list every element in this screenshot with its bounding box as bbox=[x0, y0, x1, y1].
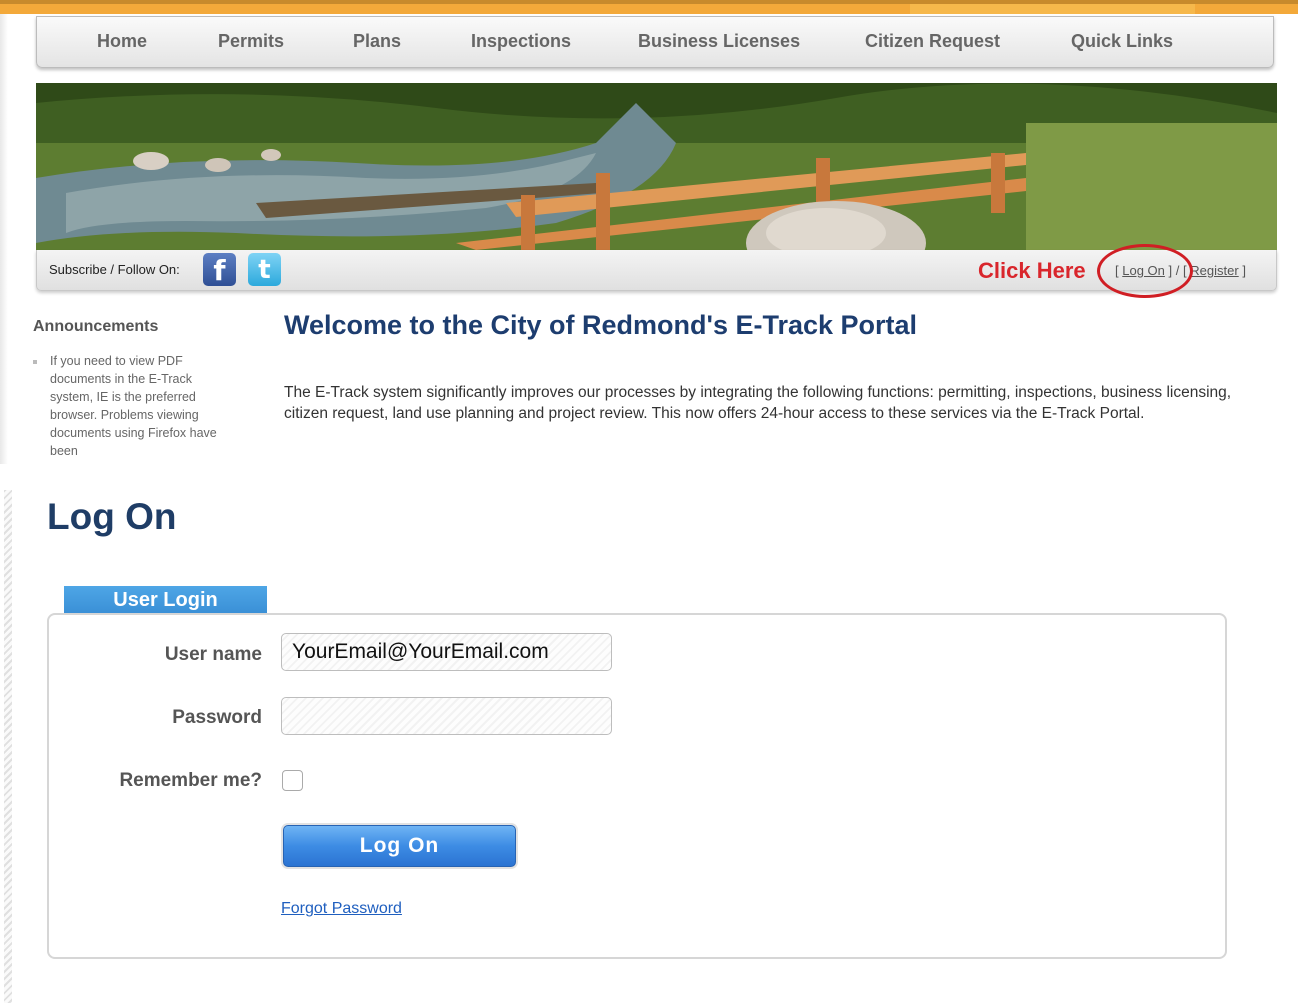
twitter-icon[interactable]: t bbox=[248, 253, 281, 286]
nav-item-plans[interactable]: Plans bbox=[353, 31, 401, 52]
click-here-annotation: Click Here bbox=[978, 258, 1086, 283]
user-login-tab: User Login bbox=[64, 586, 267, 614]
password-input[interactable] bbox=[281, 697, 612, 735]
main-nav: Home Permits Plans Inspections Business … bbox=[36, 16, 1274, 68]
top-accent-bar bbox=[0, 0, 1298, 14]
password-label: Password bbox=[172, 707, 262, 728]
social-bar: Subscribe / Follow On: f t Click Here [ … bbox=[36, 244, 1277, 298]
nav-item-inspections[interactable]: Inspections bbox=[471, 31, 571, 52]
nav-item-home[interactable]: Home bbox=[97, 31, 147, 52]
page-edge bbox=[0, 14, 8, 464]
annotation-circle bbox=[1097, 244, 1193, 298]
nav-item-quick-links[interactable]: Quick Links bbox=[1071, 31, 1173, 52]
username-label: User name bbox=[164, 644, 262, 665]
bracket-close: ] bbox=[1242, 263, 1246, 278]
username-input[interactable] bbox=[281, 633, 612, 671]
page-edge-hatched bbox=[4, 490, 12, 1003]
nav-item-business-licenses[interactable]: Business Licenses bbox=[638, 31, 800, 52]
register-link[interactable]: Register bbox=[1190, 263, 1238, 278]
announcements-title: Announcements bbox=[33, 318, 159, 335]
welcome-text: The E-Track system significantly improve… bbox=[284, 384, 1232, 422]
remember-label: Remember me? bbox=[119, 770, 262, 791]
forgot-password-link[interactable]: Forgot Password bbox=[281, 900, 402, 918]
facebook-icon[interactable]: f bbox=[203, 253, 236, 287]
banner-scene bbox=[36, 83, 1277, 250]
nav-item-permits[interactable]: Permits bbox=[218, 31, 284, 52]
banner-image bbox=[36, 83, 1277, 250]
welcome-title: Welcome to the City of Redmond's E-Track… bbox=[284, 310, 918, 340]
remember-checkbox[interactable] bbox=[282, 770, 303, 791]
bullet-icon bbox=[33, 360, 37, 364]
log-on-button[interactable]: Log On bbox=[283, 825, 516, 867]
subscribe-label: Subscribe / Follow On: bbox=[49, 262, 180, 277]
announcement-item: If you need to view PDF documents in the… bbox=[50, 354, 217, 458]
page-title: Log On bbox=[47, 496, 177, 537]
nav-item-citizen-request[interactable]: Citizen Request bbox=[865, 31, 1000, 52]
